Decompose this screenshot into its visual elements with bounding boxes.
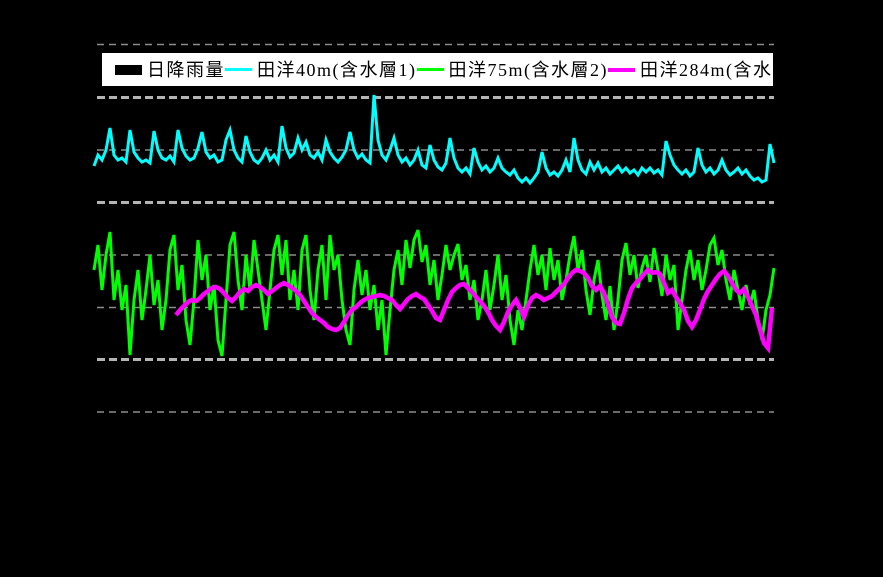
legend-label-well-75m: 田洋75m(含水層2) (449, 61, 609, 79)
chart: 日降雨量 田洋40m(含水層1) 田洋75m(含水層2) 田洋284m(含水層4… (0, 0, 883, 577)
rainfall-bar-swatch (115, 65, 142, 75)
legend-item-well-284m: 田洋284m(含水層4) (608, 61, 810, 79)
series-田洋40m(含水層1) (94, 95, 774, 183)
legend-label-well-284m: 田洋284m(含水層4) (640, 61, 810, 79)
line-swatch-well-284m (608, 68, 635, 72)
legend: 日降雨量 田洋40m(含水層1) 田洋75m(含水層2) 田洋284m(含水層4… (100, 51, 775, 88)
legend-item-well-40m: 田洋40m(含水層1) (225, 61, 417, 79)
legend-item-well-75m: 田洋75m(含水層2) (417, 61, 609, 79)
line-swatch-well-40m (225, 68, 252, 71)
line-swatch-well-75m (417, 68, 444, 71)
legend-label-well-40m: 田洋40m(含水層1) (257, 61, 417, 79)
legend-item-rainfall: 日降雨量 (115, 61, 225, 79)
legend-label-rainfall: 日降雨量 (147, 61, 225, 79)
